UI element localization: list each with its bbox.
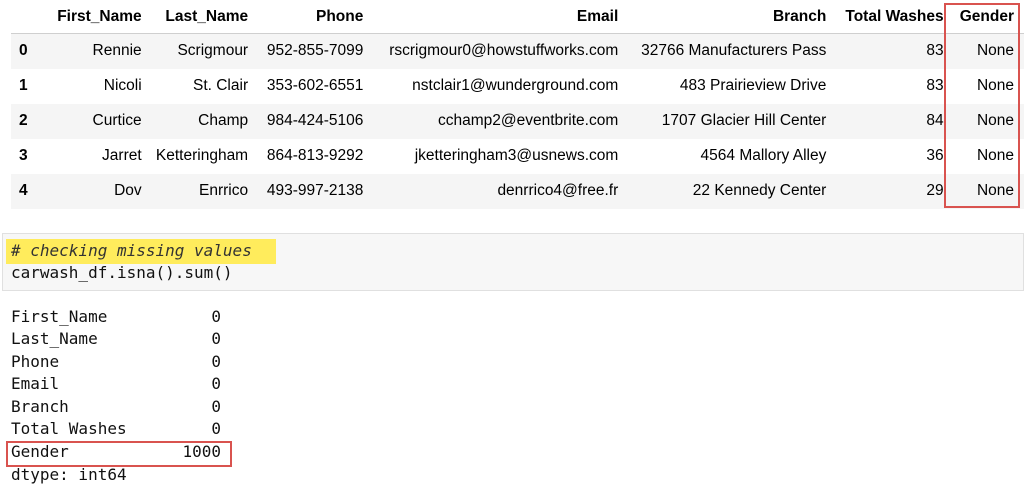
column-header-first-name: First_Name bbox=[38, 0, 144, 34]
cell-last-name: Ketteringham bbox=[155, 147, 249, 164]
cell-first-name: Jarret bbox=[102, 147, 142, 164]
output-row: Phone 0 bbox=[11, 351, 221, 373]
gender-column-highlight bbox=[944, 3, 1020, 208]
cell-first-name: Dov bbox=[114, 182, 142, 199]
row-index: 2 bbox=[19, 112, 28, 129]
column-header-branch: Branch bbox=[620, 0, 829, 34]
output-value: 0 bbox=[211, 374, 221, 394]
cell-branch: 4564 Mallory Alley bbox=[700, 147, 827, 164]
cell-total-washes: 36 bbox=[926, 147, 944, 164]
cell-email: denrrico4@free.fr bbox=[497, 182, 619, 199]
cell-total-washes: 29 bbox=[926, 182, 944, 199]
code-line[interactable]: carwash_df.isna().sum() bbox=[11, 263, 233, 282]
output-key: Branch bbox=[11, 396, 69, 416]
cell-phone: 984-424-5106 bbox=[266, 112, 364, 129]
table-row: 3 Jarret Ketteringham 864-813-9292 jkett… bbox=[11, 139, 1024, 174]
table-row: 1 Nicoli St. Clair 353-602-6551 nstclair… bbox=[11, 69, 1024, 104]
output-value: 0 bbox=[211, 307, 221, 326]
output-value: 0 bbox=[211, 329, 221, 349]
row-index: 1 bbox=[19, 77, 28, 94]
cell-total-washes: 83 bbox=[926, 77, 944, 94]
output-row: Last_Name 0 bbox=[11, 328, 221, 350]
output-value: 0 bbox=[211, 396, 221, 416]
output-value: 0 bbox=[211, 419, 221, 438]
cell-phone: 353-602-6551 bbox=[266, 77, 364, 94]
output-row: Email 0 bbox=[11, 373, 221, 395]
code-comment: # checking missing values bbox=[11, 241, 252, 260]
cell-email: jketteringham3@usnews.com bbox=[414, 147, 619, 164]
cell-email: cchamp2@eventbrite.com bbox=[437, 112, 619, 129]
output-key: Last_Name bbox=[11, 329, 98, 349]
output-key: Phone bbox=[11, 351, 60, 371]
cell-branch: 1707 Glacier Hill Center bbox=[661, 112, 827, 129]
cell-first-name: Curtice bbox=[92, 112, 142, 129]
cell-total-washes: 83 bbox=[926, 42, 944, 60]
cell-last-name: St. Clair bbox=[192, 77, 249, 94]
output-value: 0 bbox=[211, 351, 221, 371]
output-dtype: dtype: int64 bbox=[11, 465, 127, 484]
output-key: Total Washes bbox=[11, 419, 127, 438]
output-key: First_Name bbox=[11, 307, 108, 326]
column-header-phone: Phone bbox=[250, 0, 366, 34]
cell-branch: 32766 Manufacturers Pass bbox=[641, 42, 827, 60]
cell-first-name: Nicoli bbox=[103, 77, 142, 94]
cell-phone: 952-855-7099 bbox=[266, 42, 364, 60]
cell-last-name: Scrigmour bbox=[177, 42, 249, 60]
cell-last-name: Enrrico bbox=[199, 182, 249, 199]
cell-last-name: Champ bbox=[198, 112, 249, 129]
output-row: Total Washes 0 bbox=[11, 418, 221, 440]
output-row: First_Name 0 bbox=[11, 306, 221, 328]
row-index: 4 bbox=[19, 182, 28, 199]
output-row: Branch 0 bbox=[11, 396, 221, 418]
table-row: 0 Rennie Scrigmour 952-855-7099 rscrigmo… bbox=[11, 33, 1024, 69]
column-header-total-washes: Total Washes bbox=[828, 0, 946, 34]
row-index: 3 bbox=[19, 147, 28, 164]
cell-email: rscrigmour0@howstuffworks.com bbox=[389, 42, 619, 60]
row-index: 0 bbox=[19, 42, 28, 60]
output-key: Email bbox=[11, 374, 60, 394]
table-row: 2 Curtice Champ 984-424-5106 cchamp2@eve… bbox=[11, 103, 1024, 139]
cell-phone: 864-813-9292 bbox=[266, 147, 364, 164]
column-header-last-name: Last_Name bbox=[143, 0, 251, 34]
cell-branch: 483 Prairieview Drive bbox=[679, 77, 827, 94]
column-header-index bbox=[11, 0, 39, 34]
table-header-row: First_Name Last_Name Phone Email Branch … bbox=[11, 0, 1024, 34]
cell-total-washes: 84 bbox=[926, 112, 944, 129]
table-row: 4 Dov Enrrico 493-997-2138 denrrico4@fre… bbox=[11, 173, 1024, 209]
column-header-email: Email bbox=[365, 0, 621, 34]
dataframe-table: First_Name Last_Name Phone Email Branch … bbox=[11, 0, 1024, 209]
cell-email: nstclair1@wunderground.com bbox=[412, 77, 619, 94]
cell-branch: 22 Kennedy Center bbox=[692, 182, 827, 199]
cell-first-name: Rennie bbox=[92, 42, 142, 60]
cell-phone: 493-997-2138 bbox=[266, 182, 364, 199]
